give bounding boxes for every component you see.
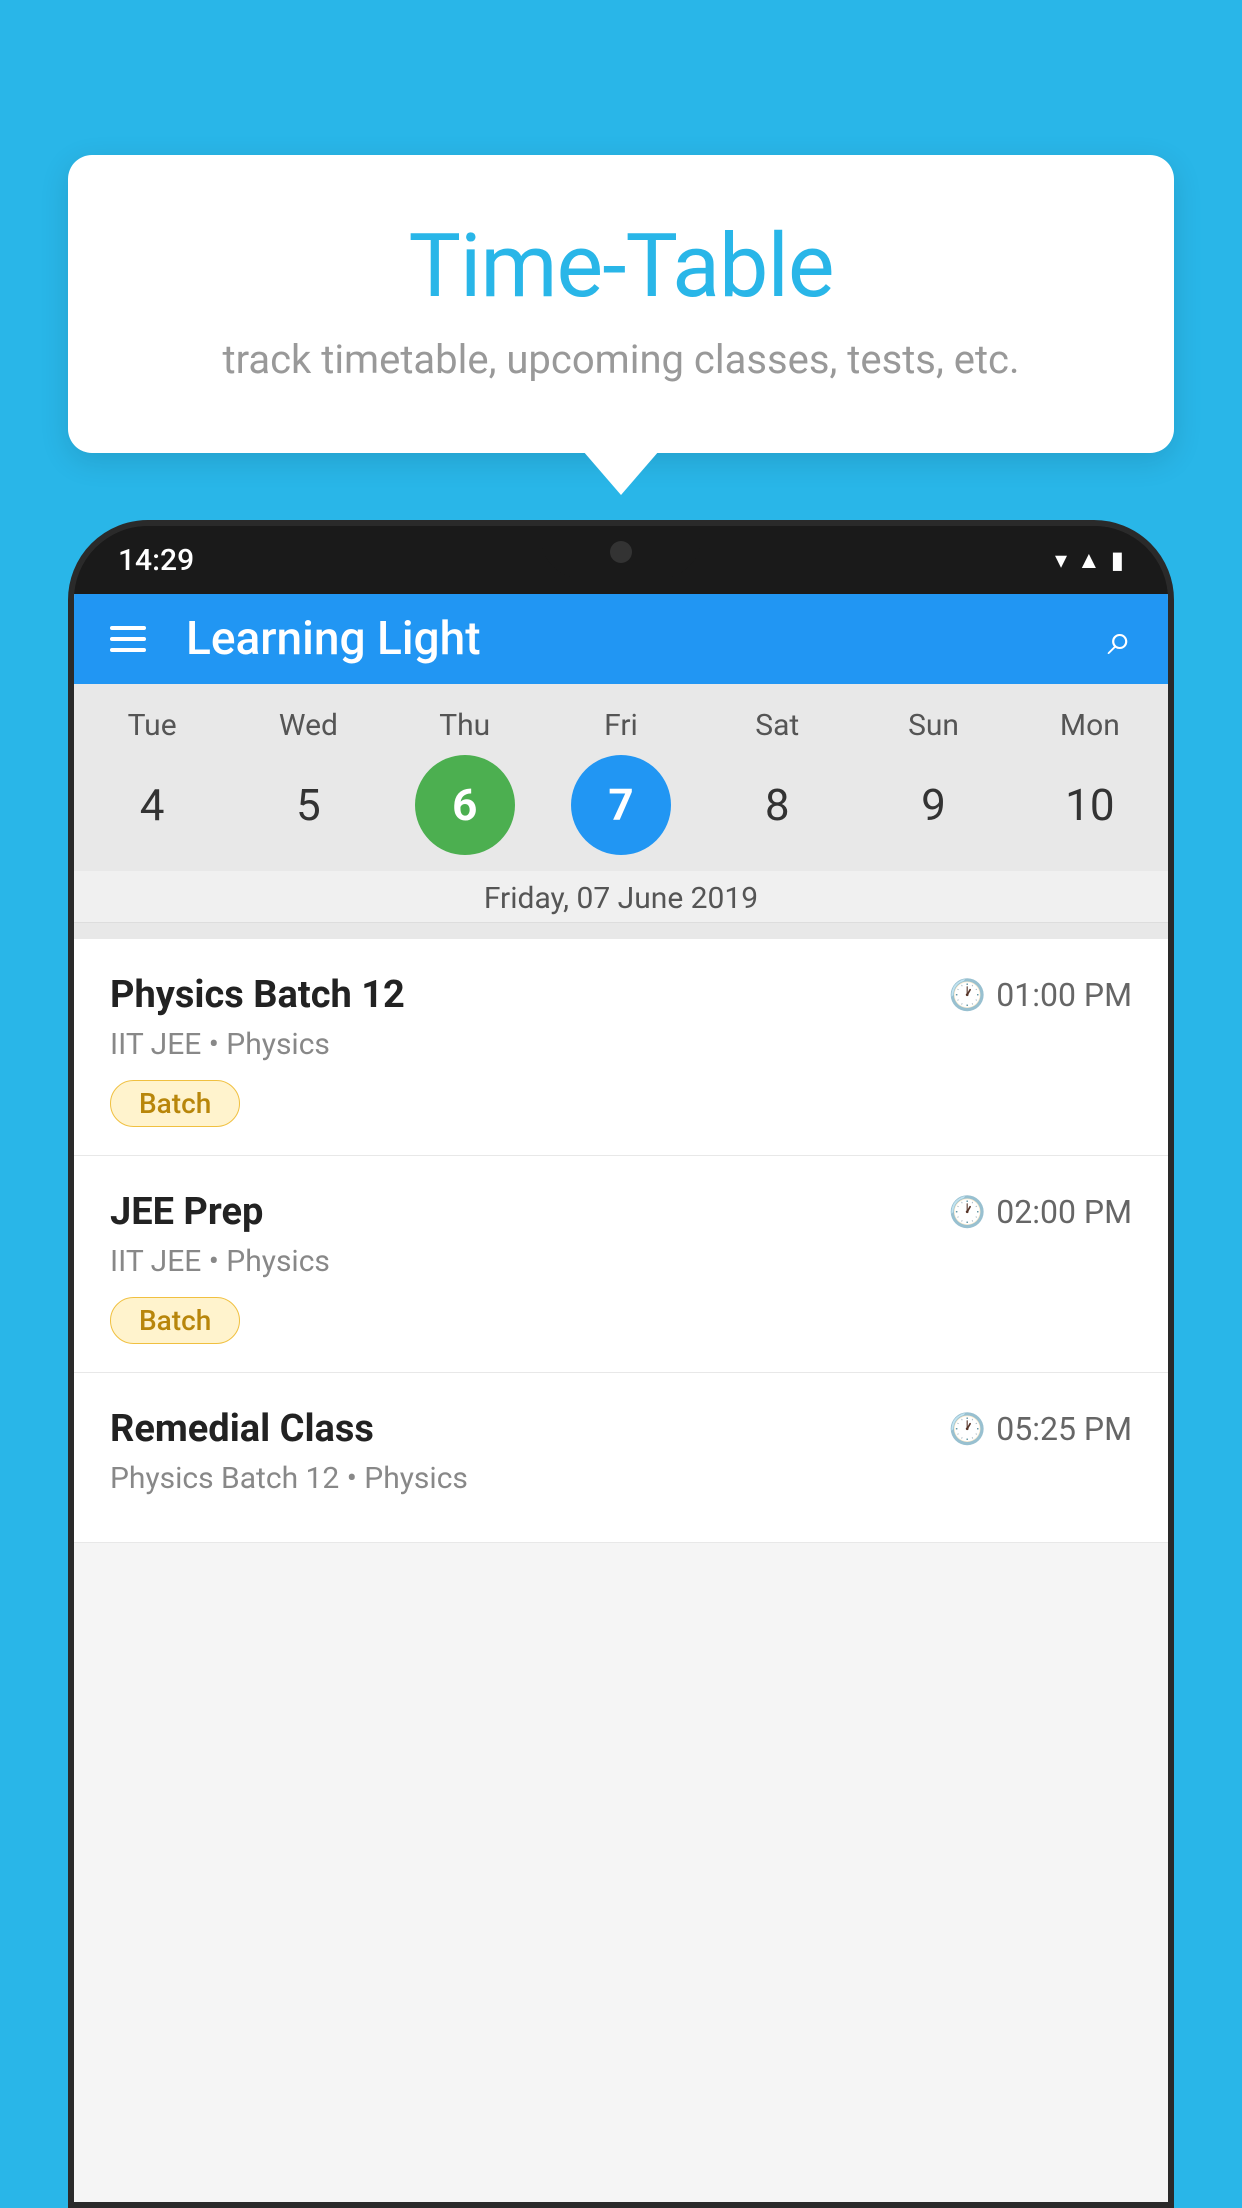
time-label-2: 02:00 PM [996,1193,1132,1231]
batch-badge-1: Batch [110,1080,240,1127]
wifi-icon: ▾ [1055,546,1067,574]
class-time-3: 🕐 05:25 PM [949,1410,1132,1448]
class-sub-2: IIT JEE • Physics [110,1244,1132,1279]
class-name-1: Physics Batch 12 [110,973,405,1017]
day-tue[interactable]: Tue [87,708,217,743]
date-8[interactable]: 8 [727,755,827,855]
class-sub-1: IIT JEE • Physics [110,1027,1132,1062]
clock-icon-3: 🕐 [949,1412,986,1447]
day-fri[interactable]: Fri [556,708,686,743]
class-item-jee-prep[interactable]: JEE Prep 🕐 02:00 PM IIT JEE • Physics Ba… [74,1156,1168,1373]
selected-date-label: Friday, 07 June 2019 [74,871,1168,923]
class-sub-3: Physics Batch 12 • Physics [110,1461,1132,1496]
class-item-header-2: JEE Prep 🕐 02:00 PM [110,1190,1132,1234]
phone-notch [541,526,701,578]
class-name-3: Remedial Class [110,1407,374,1451]
batch-badge-2: Batch [110,1297,240,1344]
clock-icon-2: 🕐 [949,1195,986,1230]
status-icons: ▾ ▲ ▮ [1055,546,1124,575]
class-item-header-3: Remedial Class 🕐 05:25 PM [110,1407,1132,1451]
day-wed[interactable]: Wed [243,708,373,743]
date-10[interactable]: 10 [1040,755,1140,855]
bubble-subtitle: track timetable, upcoming classes, tests… [118,336,1124,383]
status-bar: 14:29 ▾ ▲ ▮ [74,526,1168,594]
day-mon[interactable]: Mon [1025,708,1155,743]
calendar-strip: Tue Wed Thu Fri Sat Sun Mon 4 5 6 7 8 9 … [74,684,1168,939]
class-list: Physics Batch 12 🕐 01:00 PM IIT JEE • Ph… [74,939,1168,1543]
day-sat[interactable]: Sat [712,708,842,743]
date-4[interactable]: 4 [102,755,202,855]
app-header: Learning Light ⌕ [74,594,1168,684]
date-6-today[interactable]: 6 [415,755,515,855]
dates-row: 4 5 6 7 8 9 10 [74,755,1168,855]
hamburger-line-2 [110,637,146,641]
class-time-2: 🕐 02:00 PM [949,1193,1132,1231]
date-9[interactable]: 9 [884,755,984,855]
class-time-1: 🕐 01:00 PM [949,976,1132,1014]
hamburger-line-3 [110,648,146,652]
day-sun[interactable]: Sun [869,708,999,743]
battery-icon: ▮ [1111,546,1124,574]
phone-frame: 14:29 ▾ ▲ ▮ Learning Light ⌕ Tue Wed [68,520,1174,2208]
days-row: Tue Wed Thu Fri Sat Sun Mon [74,708,1168,743]
class-item-header-1: Physics Batch 12 🕐 01:00 PM [110,973,1132,1017]
speech-bubble-card: Time-Table track timetable, upcoming cla… [68,155,1174,453]
camera-dot [610,541,632,563]
class-item-physics-batch[interactable]: Physics Batch 12 🕐 01:00 PM IIT JEE • Ph… [74,939,1168,1156]
signal-icon: ▲ [1077,546,1101,575]
app-screen: Learning Light ⌕ Tue Wed Thu Fri Sat Sun… [74,594,1168,2202]
time-label-3: 05:25 PM [996,1410,1132,1448]
class-item-remedial[interactable]: Remedial Class 🕐 05:25 PM Physics Batch … [74,1373,1168,1543]
hamburger-menu-button[interactable] [110,626,146,652]
class-name-2: JEE Prep [110,1190,263,1234]
date-7-selected[interactable]: 7 [571,755,671,855]
status-time: 14:29 [118,543,194,578]
bubble-title: Time-Table [118,215,1124,318]
day-thu[interactable]: Thu [400,708,530,743]
time-label-1: 01:00 PM [996,976,1132,1014]
date-5[interactable]: 5 [258,755,358,855]
clock-icon-1: 🕐 [949,978,986,1013]
app-title: Learning Light [186,612,1107,666]
search-icon[interactable]: ⌕ [1107,613,1132,665]
hamburger-line-1 [110,626,146,630]
